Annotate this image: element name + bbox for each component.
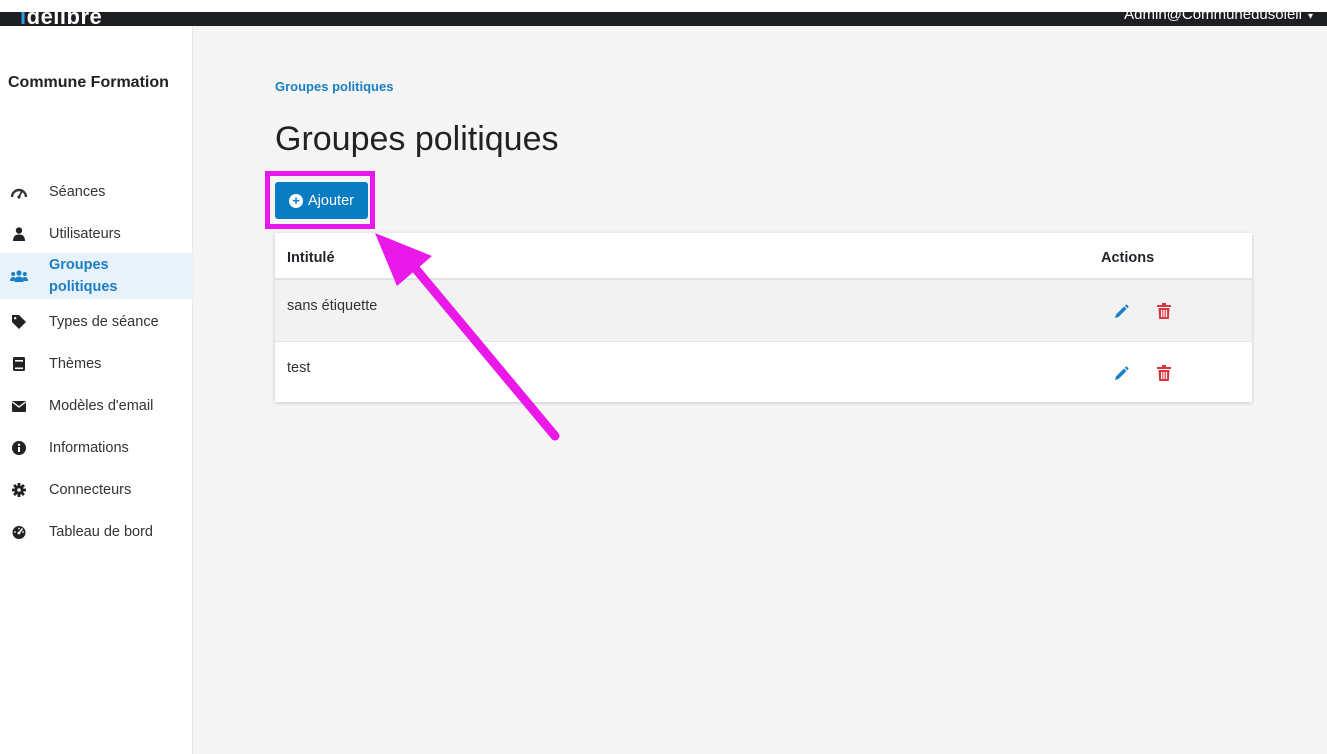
gear-icon xyxy=(10,481,28,499)
table-header: Intitulé Actions xyxy=(275,233,1252,280)
dashboard-icon xyxy=(10,523,28,541)
info-icon xyxy=(10,439,28,457)
users-icon xyxy=(10,267,28,285)
groups-table: Intitulé Actions sans étiquette test xyxy=(275,233,1252,402)
sidebar-item-label: Séances xyxy=(49,184,106,200)
sidebar-item-connecteurs[interactable]: Connecteurs xyxy=(0,479,193,501)
sidebar-item-utilisateurs[interactable]: Utilisateurs xyxy=(0,223,193,245)
page-title: Groupes politiques xyxy=(275,120,559,158)
top-navbar: idelibre Admin@Communedusoleil ▾ xyxy=(0,12,1327,26)
app-logo[interactable]: idelibre xyxy=(20,12,102,26)
sidebar: Commune Formation Séances Utilisateurs G… xyxy=(0,26,193,754)
user-icon xyxy=(10,225,28,243)
sidebar-item-label: Connecteurs xyxy=(49,482,132,498)
envelope-icon xyxy=(10,397,28,415)
cell-title: test xyxy=(287,360,311,376)
sidebar-item-types-de-seance[interactable]: Types de séance xyxy=(0,311,193,333)
sidebar-item-groupes-politiques[interactable]: Groupes politiques xyxy=(0,253,193,299)
sidebar-item-tableau-de-bord[interactable]: Tableau de bord xyxy=(0,521,193,543)
tag-icon xyxy=(10,313,28,331)
breadcrumb[interactable]: Groupes politiques xyxy=(275,79,393,94)
table-row: test xyxy=(275,341,1252,402)
table-row: sans étiquette xyxy=(275,280,1252,341)
cell-title: sans étiquette xyxy=(287,298,378,314)
organization-name: Commune Formation xyxy=(8,74,169,91)
sidebar-item-seances[interactable]: Séances xyxy=(0,181,193,203)
sidebar-item-label: Utilisateurs xyxy=(49,226,121,242)
trash-icon[interactable] xyxy=(1157,365,1173,383)
sidebar-item-themes[interactable]: Thèmes xyxy=(0,353,193,375)
column-header-title: Intitulé xyxy=(287,250,335,266)
sidebar-item-label: Types de séance xyxy=(49,314,159,330)
sidebar-item-label: Thèmes xyxy=(49,356,102,372)
edit-icon[interactable] xyxy=(1113,366,1131,384)
user-menu[interactable]: Admin@Communedusoleil ▾ xyxy=(1124,12,1313,23)
sidebar-item-modeles-email[interactable]: Modèles d'email xyxy=(0,395,193,417)
plus-circle-icon: + xyxy=(289,193,304,208)
edit-icon[interactable] xyxy=(1113,304,1131,322)
add-button-label: Ajouter xyxy=(308,192,354,209)
book-icon xyxy=(10,355,28,373)
trash-icon[interactable] xyxy=(1157,303,1173,321)
column-header-actions: Actions xyxy=(1101,250,1155,266)
add-button[interactable]: + Ajouter xyxy=(275,182,368,219)
main-content: Groupes politiques Groupes politiques + … xyxy=(193,26,1327,754)
sidebar-item-label: Informations xyxy=(49,440,129,456)
sidebar-item-informations[interactable]: Informations xyxy=(0,437,193,459)
gauge-icon xyxy=(10,183,28,201)
user-name: Admin@Communedusoleil xyxy=(1124,12,1302,23)
sidebar-item-label: Groupes politiques xyxy=(49,257,118,295)
sidebar-item-label: Tableau de bord xyxy=(49,524,153,540)
chevron-down-icon: ▾ xyxy=(1307,12,1313,22)
sidebar-item-label: Modèles d'email xyxy=(49,398,154,414)
